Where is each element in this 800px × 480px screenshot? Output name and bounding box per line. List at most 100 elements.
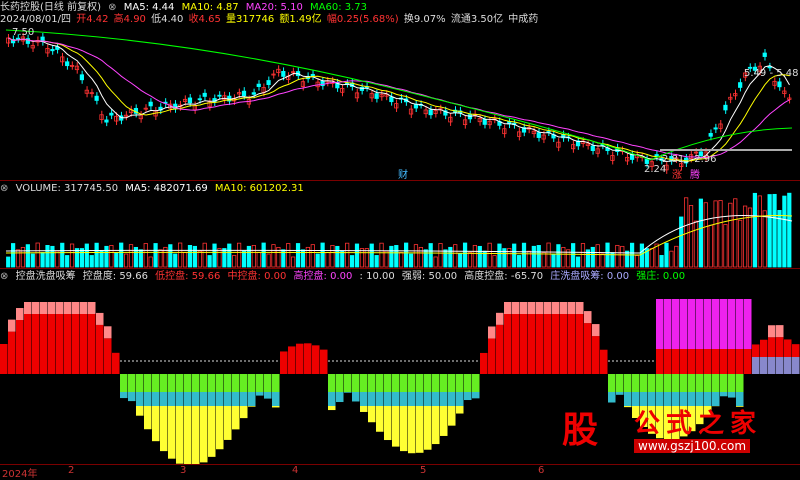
- indicator-bar-green: [184, 374, 192, 392]
- indicator-bar-yellow: [416, 406, 424, 453]
- indicator-bar-cyan: [728, 392, 736, 398]
- volume-bar: [532, 246, 535, 267]
- volume-bar: [355, 244, 358, 267]
- indicator-bar-pink: [568, 302, 576, 314]
- volume-bar: [434, 257, 437, 267]
- volume-bar: [174, 254, 177, 267]
- price-chart[interactable]: [0, 0, 800, 178]
- cai-marker[interactable]: 财: [398, 166, 408, 181]
- volume-bar: [154, 244, 157, 267]
- indicator-bar-cyan: [424, 392, 432, 406]
- indicator-bar-pink: [104, 326, 112, 338]
- indicator-bar-red: [312, 345, 320, 374]
- indicator-bar-green: [696, 374, 704, 392]
- indicator-bar-pink: [552, 302, 560, 314]
- volume-bar: [689, 205, 692, 267]
- indicator-bar-green: [632, 374, 640, 392]
- indicator-bar-yellow: [424, 406, 432, 450]
- volume-bar: [414, 245, 417, 267]
- indicator-bar-green: [608, 374, 616, 392]
- indicator-bar-green: [472, 374, 480, 392]
- volume-bar: [694, 221, 697, 267]
- volume-bar: [758, 196, 761, 267]
- volume-settings-icon[interactable]: ⊗: [0, 183, 8, 194]
- teng-marker[interactable]: 腾: [690, 166, 700, 181]
- indicator-bar-red: [40, 314, 48, 374]
- price-panel[interactable]: 长药控股(日线 前复权) ⊗ MA5: 4.44 MA10: 4.87 MA20…: [0, 0, 800, 178]
- volume-bar: [684, 198, 687, 267]
- volume-bar: [424, 250, 427, 267]
- indicator-bar-green: [152, 374, 160, 392]
- indicator-bar-red: [48, 314, 56, 374]
- indicator-bar-yellow: [456, 406, 464, 414]
- volume-bar: [198, 251, 201, 267]
- indicator-bar-red: [72, 314, 80, 374]
- volume-bar: [571, 244, 574, 267]
- volume-bar: [449, 247, 452, 267]
- indicator-bar-green: [360, 374, 368, 392]
- indicator-bar-yellow: [432, 406, 440, 444]
- indicator-panel[interactable]: ⊗ 控盘洗盘吸筹 控盘度: 59.66 低控盘: 59.66 中控盘: 0.00…: [0, 268, 800, 465]
- indicator-bar-green: [160, 374, 168, 392]
- volume-bar: [129, 245, 132, 267]
- indicator-bar-green: [424, 374, 432, 392]
- indicator-bar-red: [56, 314, 64, 374]
- volume-bar: [350, 256, 353, 267]
- volume-bar: [596, 245, 599, 267]
- volume-bar: [763, 211, 766, 267]
- indicator-bar-purple: [784, 357, 792, 374]
- indicator-bar-magenta: [656, 299, 664, 349]
- indicator-bar-pink: [488, 326, 496, 338]
- candle-body: [311, 74, 314, 76]
- volume-bar: [537, 245, 540, 267]
- indicator-bar-red: [736, 349, 744, 374]
- volume-bar: [46, 245, 49, 267]
- volume-bar: [272, 245, 275, 267]
- indicator-bar-cyan: [392, 392, 400, 406]
- volume-bar: [119, 243, 122, 267]
- indicator-bar-cyan: [344, 392, 352, 393]
- indicator-settings-icon[interactable]: ⊗: [0, 271, 8, 282]
- volume-bar: [56, 251, 59, 267]
- candle-body: [218, 95, 221, 96]
- candle-body: [110, 113, 113, 115]
- volume-bar: [454, 245, 457, 267]
- indicator-bar-cyan: [144, 392, 152, 406]
- volume-panel[interactable]: ⊗ VOLUME: 317745.50 MA5: 482071.69 MA10:…: [0, 180, 800, 269]
- indicator-bar-yellow: [144, 406, 152, 429]
- indicator-bar-red: [80, 314, 88, 374]
- indicator-bar-green: [120, 374, 128, 392]
- volume-bar: [635, 256, 638, 267]
- high-label: 7.50: [12, 27, 34, 38]
- indicator-bar-yellow: [384, 406, 392, 440]
- settings-icon[interactable]: ⊗: [108, 2, 116, 13]
- indicator-bar-green: [368, 374, 376, 392]
- indicator-bar-red: [32, 314, 40, 374]
- info-volume: 量317746: [226, 14, 274, 25]
- indicator-bar-green: [200, 374, 208, 392]
- indicator-bar-pink: [64, 302, 72, 314]
- volume-bar: [193, 246, 196, 267]
- zhang-marker[interactable]: 涨: [672, 166, 682, 181]
- volume-bar: [473, 245, 476, 267]
- volume-bar: [208, 256, 211, 267]
- indicator-bar-green: [392, 374, 400, 392]
- indicator-bar-purple: [776, 357, 784, 374]
- indicator-bar-yellow: [160, 406, 168, 451]
- indicator-bar-cyan: [136, 392, 144, 406]
- indicator-bar-pink: [560, 302, 568, 314]
- indicator-bar-cyan: [368, 392, 376, 406]
- candle-body: [763, 53, 766, 56]
- indicator-bar-pink: [528, 302, 536, 314]
- indicator-bar-red: [480, 353, 488, 374]
- indicator-bar-yellow: [240, 406, 248, 418]
- indicator-bar-red: [568, 314, 576, 374]
- volume-bar: [729, 203, 732, 267]
- gaokongpan-label: 高控盘: 0.00: [294, 271, 353, 282]
- volume-bar: [719, 200, 722, 267]
- volume-bar: [670, 251, 673, 267]
- indicator-bar-pink: [8, 320, 16, 332]
- candle-body: [591, 146, 594, 151]
- volume-bar: [680, 217, 683, 267]
- axis-label-may: 5: [420, 465, 426, 476]
